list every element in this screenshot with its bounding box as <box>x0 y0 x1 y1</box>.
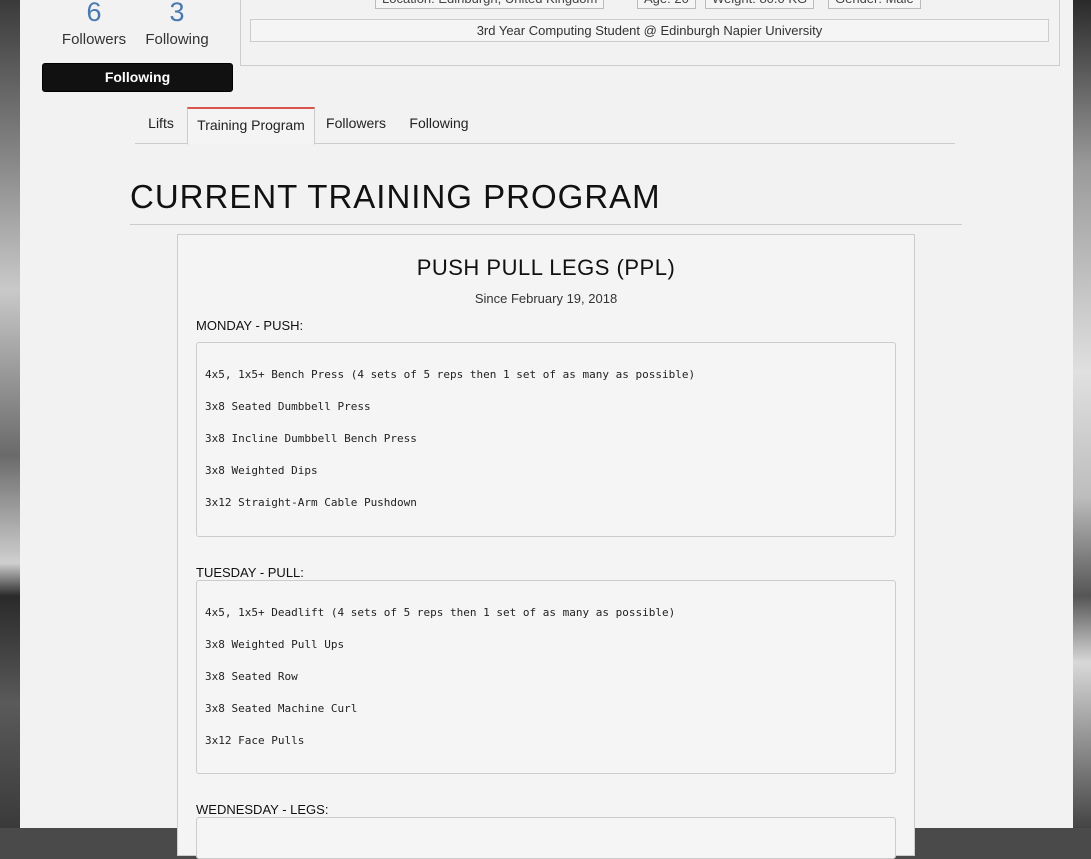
tab-followers[interactable]: Followers <box>315 107 397 142</box>
tab-lifts[interactable]: Lifts <box>135 107 187 142</box>
tab-training-program[interactable]: Training Program <box>187 107 315 145</box>
background-photo-left <box>0 0 20 828</box>
exercise-item: 3x8 Incline Dumbbell Bench Press <box>205 432 417 445</box>
exercise-item: 3x8 Seated Row <box>205 670 298 683</box>
day-box-monday: 4x5, 1x5+ Bench Press (4 sets of 5 reps … <box>196 342 896 537</box>
following-stat[interactable]: 3 Following <box>137 0 217 48</box>
program-since-date: Since February 19, 2018 <box>474 291 618 306</box>
day-title-wednesday: WEDNESDAY - LEGS: <box>196 802 329 817</box>
followers-label: Followers <box>61 31 127 48</box>
exercise-item: 3x8 Seated Dumbbell Press <box>205 400 371 413</box>
exercise-item: 4x5, 1x5+ Bench Press (4 sets of 5 reps … <box>205 368 696 381</box>
exercise-item: 3x12 Straight-Arm Cable Pushdown <box>205 496 417 509</box>
following-label: Following <box>145 31 209 48</box>
followers-count: 6 <box>86 0 102 27</box>
day-title-monday: MONDAY - PUSH: <box>196 318 304 333</box>
title-divider <box>130 224 962 225</box>
following-count: 3 <box>169 0 185 27</box>
exercise-item: 4x5, 1x5+ Deadlift (4 sets of 5 reps the… <box>205 606 676 619</box>
profile-tabs: Lifts Training Program Followers Followi… <box>135 107 955 145</box>
page-title: CURRENT TRAINING PROGRAM <box>130 178 661 215</box>
profile-bio: 3rd Year Computing Student @ Edinburgh N… <box>250 19 1049 42</box>
program-card: PUSH PULL LEGS (PPL) Since February 19, … <box>177 234 915 859</box>
profile-info-box: Location: Edinburgh, United Kingdom Age:… <box>240 0 1060 66</box>
day-box-tuesday: 4x5, 1x5+ Deadlift (4 sets of 5 reps the… <box>196 580 896 774</box>
exercise-item: 3x12 Face Pulls <box>205 734 305 747</box>
day-title-tuesday: TUESDAY - PULL: <box>196 565 304 580</box>
followers-stat[interactable]: 6 Followers <box>54 0 134 48</box>
day-box-wednesday <box>196 817 896 859</box>
weight-chip: Weight: 80.0 KG <box>705 0 815 9</box>
profile-page: 6 Followers 3 Following Following Locati… <box>20 0 1073 859</box>
following-toggle-button[interactable]: Following <box>42 63 233 92</box>
location-chip: Location: Edinburgh, United Kingdom <box>375 0 605 9</box>
program-name: PUSH PULL LEGS (PPL) <box>416 255 676 280</box>
age-chip: Age: 20 <box>637 0 696 9</box>
exercise-item: 3x8 Weighted Pull Ups <box>205 638 345 651</box>
tab-following[interactable]: Following <box>397 107 481 142</box>
exercise-item: 3x8 Weighted Dips <box>205 464 318 477</box>
background-photo-right <box>1073 0 1091 828</box>
gender-chip: Gender: Male <box>828 0 921 9</box>
exercise-item: 3x8 Seated Machine Curl <box>205 702 358 715</box>
